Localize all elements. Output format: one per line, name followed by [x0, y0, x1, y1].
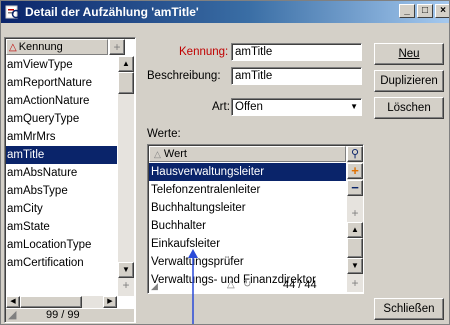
- delete-button-label: Löschen: [387, 102, 431, 114]
- app-icon: [5, 5, 21, 20]
- list-footer: ◢ 99 / 99: [6, 309, 134, 322]
- scroll-up-arrow-icon[interactable]: ▲: [347, 222, 363, 238]
- add-value-icon[interactable]: +: [347, 163, 363, 179]
- cursor-arrow-icon: [188, 249, 198, 324]
- values-items: Hausverwaltungsleiter Telefonzentralenlei…: [149, 163, 346, 289]
- list-item[interactable]: Einkaufsleiter: [149, 235, 346, 253]
- wert-column-header[interactable]: △ Wert: [149, 146, 346, 162]
- sort-ascending-icon: △: [154, 149, 161, 159]
- chevron-down-icon[interactable]: ▼: [350, 99, 358, 115]
- values-side-toolbar: ⚲ + − + ▲ ▼ +: [347, 146, 363, 292]
- values-footer: ◢ △ ↻ 44 / 44: [147, 276, 364, 294]
- list-item[interactable]: amCertification: [6, 254, 117, 272]
- kennung-input[interactable]: amTitle: [231, 43, 362, 61]
- list-item[interactable]: amCity: [6, 200, 117, 218]
- scroll-down-arrow-icon[interactable]: ▼: [347, 258, 363, 274]
- list-item[interactable]: amAbsNature: [6, 164, 117, 182]
- new-button-label: Neu: [398, 48, 420, 60]
- scroll-right-arrow-icon[interactable]: ▶: [103, 296, 117, 308]
- close-dialog-button[interactable]: Schließen: [374, 298, 444, 320]
- resize-icon: ◢: [8, 309, 17, 321]
- duplicate-button[interactable]: Duplizieren: [374, 70, 444, 92]
- list-item[interactable]: Verwaltungsprüfer: [149, 253, 346, 271]
- art-select[interactable]: Offen ▼: [231, 98, 362, 116]
- delete-button[interactable]: Löschen: [374, 97, 444, 119]
- horizontal-scrollbar[interactable]: ◀ ▶: [6, 296, 117, 308]
- list-item[interactable]: amReportNature: [6, 74, 117, 92]
- refresh-icon[interactable]: ↻: [243, 277, 251, 293]
- scroll-thumb[interactable]: [347, 238, 363, 258]
- list-item[interactable]: Telefonzentralenleiter: [149, 181, 346, 199]
- list-item[interactable]: amViewType: [6, 56, 117, 74]
- left-list-count: 99 / 99: [46, 309, 80, 321]
- search-icon[interactable]: ⚲: [347, 146, 363, 162]
- list-item[interactable]: amQueryType: [6, 110, 117, 128]
- list-item[interactable]: amAbsType: [6, 182, 117, 200]
- list-item[interactable]: Buchhaltungsleiter: [149, 199, 346, 217]
- expand-icon[interactable]: +: [347, 206, 363, 222]
- beschreibung-label: Beschreibung:: [147, 70, 221, 82]
- art-selected-value: Offen: [235, 101, 263, 113]
- scroll-thumb[interactable]: [118, 72, 134, 94]
- duplicate-button-label: Duplizieren: [380, 75, 438, 87]
- scroll-up-arrow-icon[interactable]: ▲: [118, 56, 134, 72]
- vertical-scrollbar[interactable]: ▲ ▼ +: [118, 56, 134, 296]
- sort-icon: △: [227, 279, 235, 290]
- add-column-button[interactable]: +: [109, 39, 125, 55]
- list-item[interactable]: Buchhalter: [149, 217, 346, 235]
- new-button[interactable]: Neu: [374, 43, 444, 65]
- detail-dialog: Detail der Aufzählung 'amTitle' _ □ × △ K…: [0, 0, 450, 325]
- resize-icon: ◢: [151, 281, 158, 291]
- maximize-button[interactable]: □: [417, 4, 433, 18]
- window-title: Detail der Aufzählung 'amTitle': [25, 5, 199, 19]
- werte-count: 44 / 44: [283, 279, 317, 291]
- kennung-label: Kennung:: [179, 46, 229, 58]
- title-bar[interactable]: Detail der Aufzählung 'amTitle' _ □ ×: [1, 1, 449, 23]
- values-list: △ Wert Hausverwaltungsleiter Telefonzentra…: [147, 144, 364, 294]
- sort-ascending-icon: △: [9, 42, 17, 53]
- expand-icon[interactable]: +: [118, 278, 134, 294]
- list-item[interactable]: amState: [6, 218, 117, 236]
- scroll-left-arrow-icon[interactable]: ◀: [6, 296, 20, 308]
- enumeration-items: amViewType amReportNature amActionNature am…: [6, 56, 117, 296]
- beschreibung-input[interactable]: amTitle: [231, 67, 362, 85]
- list-item[interactable]: Hausverwaltungsleiter: [149, 163, 346, 181]
- close-button[interactable]: ×: [435, 4, 449, 18]
- werte-label: Werte:: [147, 128, 181, 140]
- enumeration-list: △ Kennung + amViewType amReportNature amAct…: [4, 37, 136, 323]
- kennung-column-header[interactable]: △ Kennung: [6, 39, 108, 55]
- art-label: Art:: [212, 101, 230, 113]
- horizontal-scroll-thumb[interactable]: [20, 296, 82, 308]
- minimize-button[interactable]: _: [399, 4, 415, 18]
- list-item[interactable]: amTitle: [6, 146, 117, 164]
- list-item[interactable]: amMrMrs: [6, 128, 117, 146]
- remove-value-icon[interactable]: −: [347, 180, 363, 196]
- list-item[interactable]: amActionNature: [6, 92, 117, 110]
- scroll-down-arrow-icon[interactable]: ▼: [118, 262, 134, 278]
- list-item[interactable]: amLocationType: [6, 236, 117, 254]
- close-dialog-button-label: Schließen: [383, 303, 435, 315]
